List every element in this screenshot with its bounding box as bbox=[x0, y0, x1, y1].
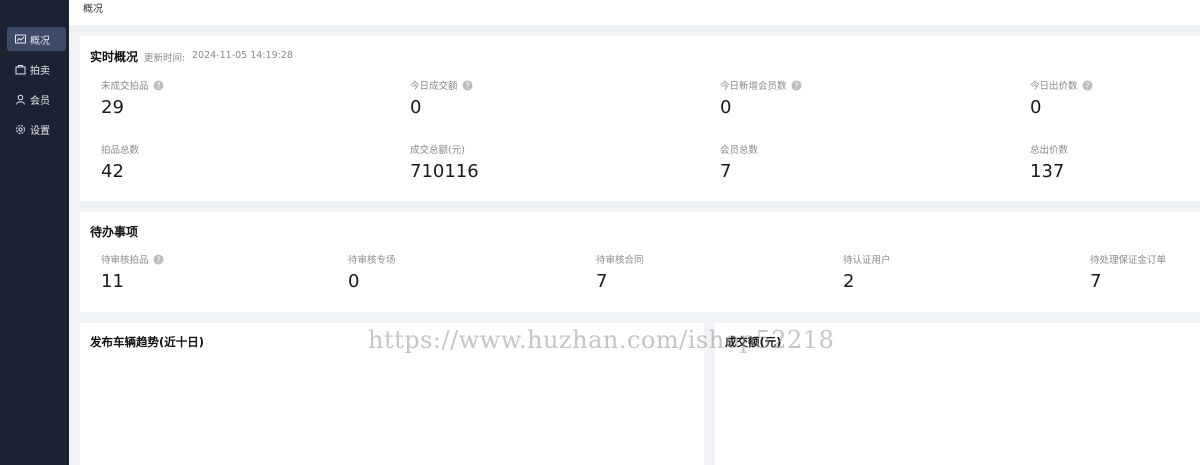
chart-title: 发布车辆趋势(近十日) bbox=[90, 335, 205, 349]
stat-value: 0 bbox=[410, 97, 422, 118]
todo-label: 待处理保证金订单 bbox=[1090, 255, 1167, 266]
stat-label: 今日新增会员数 ? bbox=[720, 78, 802, 92]
sidebar-item-label: 会员 bbox=[30, 95, 50, 107]
top-bar: 概况 bbox=[69, 0, 1200, 25]
help-icon[interactable]: ? bbox=[791, 80, 802, 91]
todo-label: 待审核拍品 ? bbox=[101, 252, 164, 266]
stat-value: 42 bbox=[101, 161, 124, 182]
breadcrumb: 概况 bbox=[83, 4, 103, 15]
todo-label: 待审核专场 bbox=[348, 255, 396, 266]
stat-label: 今日出价数 ? bbox=[1030, 78, 1093, 92]
sidebar: 概况 拍卖 会员 设置 bbox=[0, 0, 69, 465]
card-title: 待办事项 bbox=[90, 225, 139, 239]
todo-value[interactable]: 7 bbox=[1090, 271, 1101, 292]
chart-icon bbox=[15, 34, 26, 45]
realtime-overview-card: 实时概况 更新时间: 2024-11-05 14:19:28 未成交拍品 ? 2… bbox=[80, 36, 1200, 201]
stat-label: 拍品总数 bbox=[101, 145, 140, 156]
chart-title: 成交额(元) bbox=[725, 335, 782, 349]
stat-value: 0 bbox=[1030, 97, 1042, 118]
svg-text:?: ? bbox=[465, 81, 469, 90]
user-icon bbox=[15, 94, 26, 105]
updated-time: 2024-11-05 14:19:28 bbox=[192, 50, 293, 61]
sidebar-item-label: 设置 bbox=[30, 125, 50, 137]
stat-value: 29 bbox=[101, 97, 124, 118]
svg-text:?: ? bbox=[1085, 81, 1089, 90]
stat-value: 7 bbox=[720, 161, 732, 182]
auction-icon bbox=[15, 64, 26, 75]
sidebar-item-settings[interactable]: 设置 bbox=[7, 117, 66, 141]
vehicle-trend-chart-card: 发布车辆趋势(近十日) bbox=[80, 323, 704, 465]
stat-label: 未成交拍品 ? bbox=[101, 78, 164, 92]
sidebar-item-auction[interactable]: 拍卖 bbox=[7, 57, 66, 81]
todo-value[interactable]: 2 bbox=[843, 271, 854, 292]
help-icon[interactable]: ? bbox=[153, 80, 164, 91]
svg-text:?: ? bbox=[156, 81, 160, 90]
sidebar-item-overview[interactable]: 概况 bbox=[7, 27, 66, 51]
stat-value: 0 bbox=[720, 97, 732, 118]
sidebar-item-label: 拍卖 bbox=[30, 65, 50, 77]
help-icon[interactable]: ? bbox=[1082, 80, 1093, 91]
stat-label: 总出价数 bbox=[1030, 145, 1069, 156]
todo-value[interactable]: 0 bbox=[348, 271, 359, 292]
stat-value: 710116 bbox=[410, 161, 479, 182]
stat-value: 137 bbox=[1030, 161, 1065, 182]
todo-card: 待办事项 待审核拍品 ? 11 待审核专场 0 待审核合同 7 待认证用户 2 … bbox=[80, 212, 1200, 312]
stat-label: 今日成交额 ? bbox=[410, 78, 473, 92]
svg-text:?: ? bbox=[794, 81, 798, 90]
updated-label: 更新时间: bbox=[144, 53, 186, 64]
help-icon[interactable]: ? bbox=[462, 80, 473, 91]
turnover-chart-card: 成交额(元) bbox=[715, 323, 1200, 465]
todo-value[interactable]: 11 bbox=[101, 271, 124, 292]
stat-label: 成交总额(元) bbox=[410, 145, 465, 156]
help-icon[interactable]: ? bbox=[153, 254, 164, 265]
todo-value[interactable]: 7 bbox=[596, 271, 607, 292]
svg-text:?: ? bbox=[156, 255, 160, 264]
card-title: 实时概况 bbox=[90, 50, 139, 64]
gear-icon bbox=[15, 124, 26, 135]
stat-label: 会员总数 bbox=[720, 145, 759, 156]
sidebar-item-label: 概况 bbox=[30, 35, 50, 47]
todo-label: 待认证用户 bbox=[843, 255, 891, 266]
sidebar-item-members[interactable]: 会员 bbox=[7, 87, 66, 111]
todo-label: 待审核合同 bbox=[596, 255, 644, 266]
